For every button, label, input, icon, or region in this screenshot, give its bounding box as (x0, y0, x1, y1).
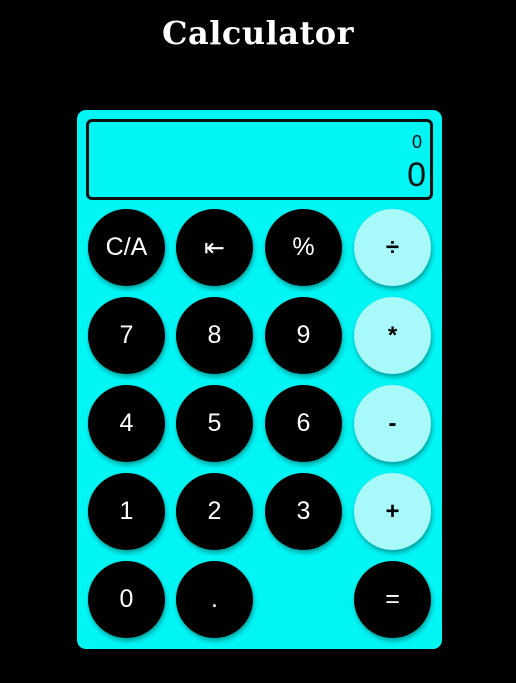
calculator-body: 0 0 C/A ⇤ % ÷ 7 8 9 * 4 5 6 - 1 2 3 + 0 … (77, 110, 442, 649)
add-button[interactable]: + (354, 473, 431, 550)
multiply-button[interactable]: * (354, 297, 431, 374)
previous-value: 0 (411, 132, 422, 152)
digit-2-button[interactable]: 2 (176, 473, 253, 550)
subtract-button[interactable]: - (354, 385, 431, 462)
digit-6-button[interactable]: 6 (265, 385, 342, 462)
calculator-display: 0 0 (86, 119, 433, 200)
digit-5-button[interactable]: 5 (176, 385, 253, 462)
current-value: 0 (407, 156, 426, 194)
digit-1-button[interactable]: 1 (88, 473, 165, 550)
clear-button[interactable]: C/A (88, 209, 165, 286)
backspace-button[interactable]: ⇤ (176, 209, 253, 286)
digit-8-button[interactable]: 8 (176, 297, 253, 374)
digit-9-button[interactable]: 9 (265, 297, 342, 374)
digit-0-button[interactable]: 0 (88, 561, 165, 638)
equals-button[interactable]: = (354, 561, 431, 638)
percent-button[interactable]: % (265, 209, 342, 286)
decimal-button[interactable]: . (176, 561, 253, 638)
digit-4-button[interactable]: 4 (88, 385, 165, 462)
digit-3-button[interactable]: 3 (265, 473, 342, 550)
divide-button[interactable]: ÷ (354, 209, 431, 286)
page-title: Calculator (162, 14, 354, 52)
digit-7-button[interactable]: 7 (88, 297, 165, 374)
